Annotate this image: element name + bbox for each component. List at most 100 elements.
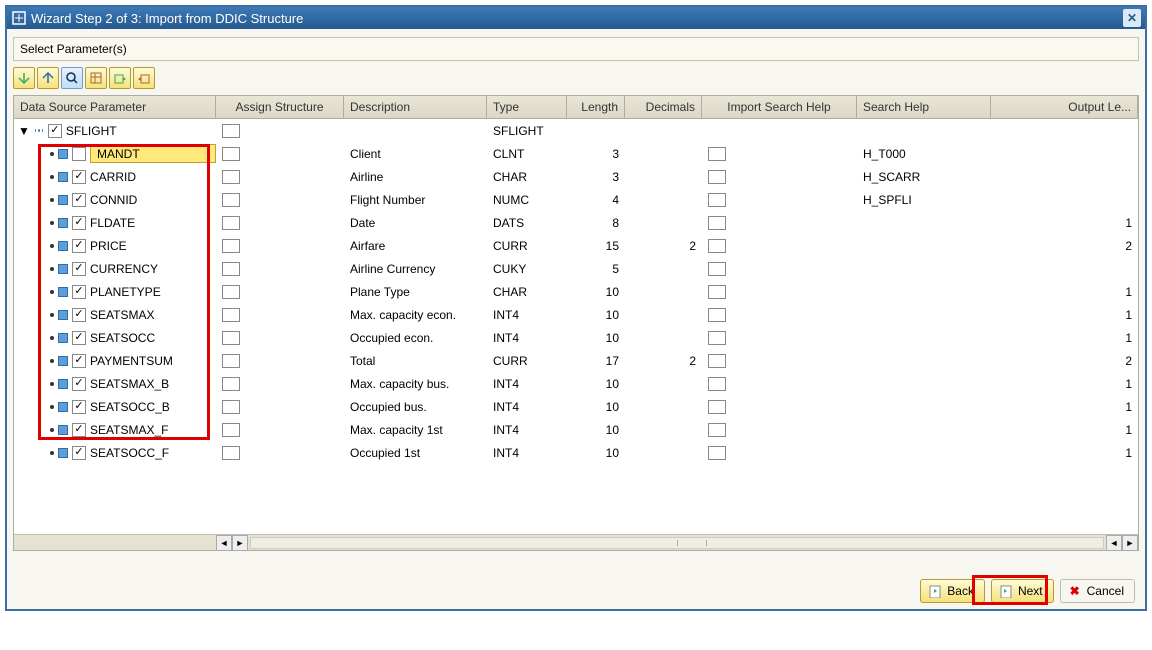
col-assign-structure[interactable]: Assign Structure [216,96,344,118]
table-row[interactable]: PLANETYPEPlane TypeCHAR101 [14,280,1138,303]
root-checkbox[interactable] [48,124,62,138]
col-decimals[interactable]: Decimals [625,96,702,118]
layout-button[interactable] [85,67,107,89]
cell-output-len: 1 [991,377,1138,391]
param-name: PAYMENTSUM [90,354,216,368]
assign-struct-checkbox[interactable] [222,262,240,276]
param-name: CONNID [90,193,216,207]
table-row[interactable]: CARRIDAirlineCHAR3H_SCARR [14,165,1138,188]
scroll-track[interactable] [250,537,1104,549]
scroll-left[interactable]: ◄ [1106,535,1122,551]
assign-struct-checkbox[interactable] [222,216,240,230]
param-checkbox[interactable] [72,193,86,207]
cell-length: 10 [567,285,625,299]
collapse-all-button[interactable] [37,67,59,89]
param-checkbox[interactable] [72,285,86,299]
col-description[interactable]: Description [344,96,487,118]
param-checkbox[interactable] [72,377,86,391]
import-sh-checkbox[interactable] [708,377,726,391]
next-button[interactable]: Next [991,579,1054,603]
assign-struct-checkbox[interactable] [222,446,240,460]
param-name: SEATSMAX_F [90,423,216,437]
tree-root-row[interactable]: ▼ SFLIGHT SFLIGHT [14,119,1138,142]
table-row[interactable]: FLDATEDateDATS81 [14,211,1138,234]
assign-struct-checkbox[interactable] [222,170,240,184]
next-icon [998,583,1014,599]
assign-struct-checkbox[interactable] [222,377,240,391]
import-sh-checkbox[interactable] [708,239,726,253]
cell-type: INT4 [487,377,567,391]
assign-struct-checkbox[interactable] [222,193,240,207]
import-sh-checkbox[interactable] [708,308,726,322]
param-checkbox[interactable] [72,308,86,322]
back-button[interactable]: Back [920,579,985,603]
table-row[interactable]: SEATSOCC_FOccupied 1stINT4101 [14,441,1138,464]
import-sh-checkbox[interactable] [708,400,726,414]
close-button[interactable]: ✕ [1123,9,1141,27]
col-search-help[interactable]: Search Help [857,96,991,118]
param-checkbox[interactable] [72,216,86,230]
find-button[interactable] [61,67,83,89]
assign-struct-checkbox[interactable] [222,147,240,161]
param-checkbox[interactable] [72,147,86,161]
footer: Back Next ✖ Cancel [7,573,1145,609]
table-row[interactable]: MANDTClientCLNT3H_T000 [14,142,1138,165]
back-label: Back [947,584,974,598]
export-button[interactable] [133,67,155,89]
import-sh-checkbox[interactable] [708,262,726,276]
cell-length: 10 [567,377,625,391]
assign-struct-checkbox[interactable] [222,308,240,322]
param-checkbox[interactable] [72,331,86,345]
param-checkbox[interactable] [72,446,86,460]
table-row[interactable]: SEATSMAXMax. capacity econ.INT4101 [14,303,1138,326]
bullet-icon [50,359,54,363]
scroll-left-tree[interactable]: ◄ [216,535,232,551]
cell-output-len: 2 [991,239,1138,253]
assign-struct-checkbox[interactable] [222,124,240,138]
table-row[interactable]: SEATSOCC_BOccupied bus.INT4101 [14,395,1138,418]
horizontal-scrollbar[interactable]: ◄ ► ◄ ► [14,534,1138,550]
scroll-right[interactable]: ► [1122,535,1138,551]
import-sh-checkbox[interactable] [708,285,726,299]
import-sh-checkbox[interactable] [708,170,726,184]
import-button[interactable] [109,67,131,89]
assign-struct-checkbox[interactable] [222,400,240,414]
param-checkbox[interactable] [72,423,86,437]
assign-struct-checkbox[interactable] [222,354,240,368]
import-sh-checkbox[interactable] [708,216,726,230]
collapse-icon[interactable]: ▼ [18,124,30,138]
import-sh-checkbox[interactable] [708,354,726,368]
param-checkbox[interactable] [72,262,86,276]
col-output-length[interactable]: Output Le... [991,96,1138,118]
assign-struct-checkbox[interactable] [222,331,240,345]
import-sh-checkbox[interactable] [708,446,726,460]
col-length[interactable]: Length [567,96,625,118]
table-row[interactable]: CURRENCYAirline CurrencyCUKY5 [14,257,1138,280]
table-row[interactable]: CONNIDFlight NumberNUMC4H_SPFLI [14,188,1138,211]
assign-struct-checkbox[interactable] [222,285,240,299]
import-sh-checkbox[interactable] [708,193,726,207]
param-checkbox[interactable] [72,239,86,253]
param-checkbox[interactable] [72,354,86,368]
table-row[interactable]: PRICEAirfareCURR1522 [14,234,1138,257]
col-type[interactable]: Type [487,96,567,118]
import-sh-checkbox[interactable] [708,331,726,345]
table-row[interactable]: SEATSOCCOccupied econ.INT4101 [14,326,1138,349]
expand-all-button[interactable] [13,67,35,89]
cancel-button[interactable]: ✖ Cancel [1060,579,1135,603]
scroll-right-tree[interactable]: ► [232,535,248,551]
import-sh-checkbox[interactable] [708,423,726,437]
table-row[interactable]: SEATSMAX_FMax. capacity 1stINT4101 [14,418,1138,441]
col-data-source[interactable]: Data Source Parameter [14,96,216,118]
col-import-search-help[interactable]: Import Search Help [702,96,857,118]
table-row[interactable]: SEATSMAX_BMax. capacity bus.INT4101 [14,372,1138,395]
param-checkbox[interactable] [72,170,86,184]
param-checkbox[interactable] [72,400,86,414]
assign-struct-checkbox[interactable] [222,239,240,253]
assign-struct-checkbox[interactable] [222,423,240,437]
wizard-window: Wizard Step 2 of 3: Import from DDIC Str… [5,5,1147,611]
field-icon [58,310,68,320]
table-header: Data Source Parameter Assign Structure D… [14,96,1138,119]
import-sh-checkbox[interactable] [708,147,726,161]
table-row[interactable]: PAYMENTSUMTotalCURR1722 [14,349,1138,372]
